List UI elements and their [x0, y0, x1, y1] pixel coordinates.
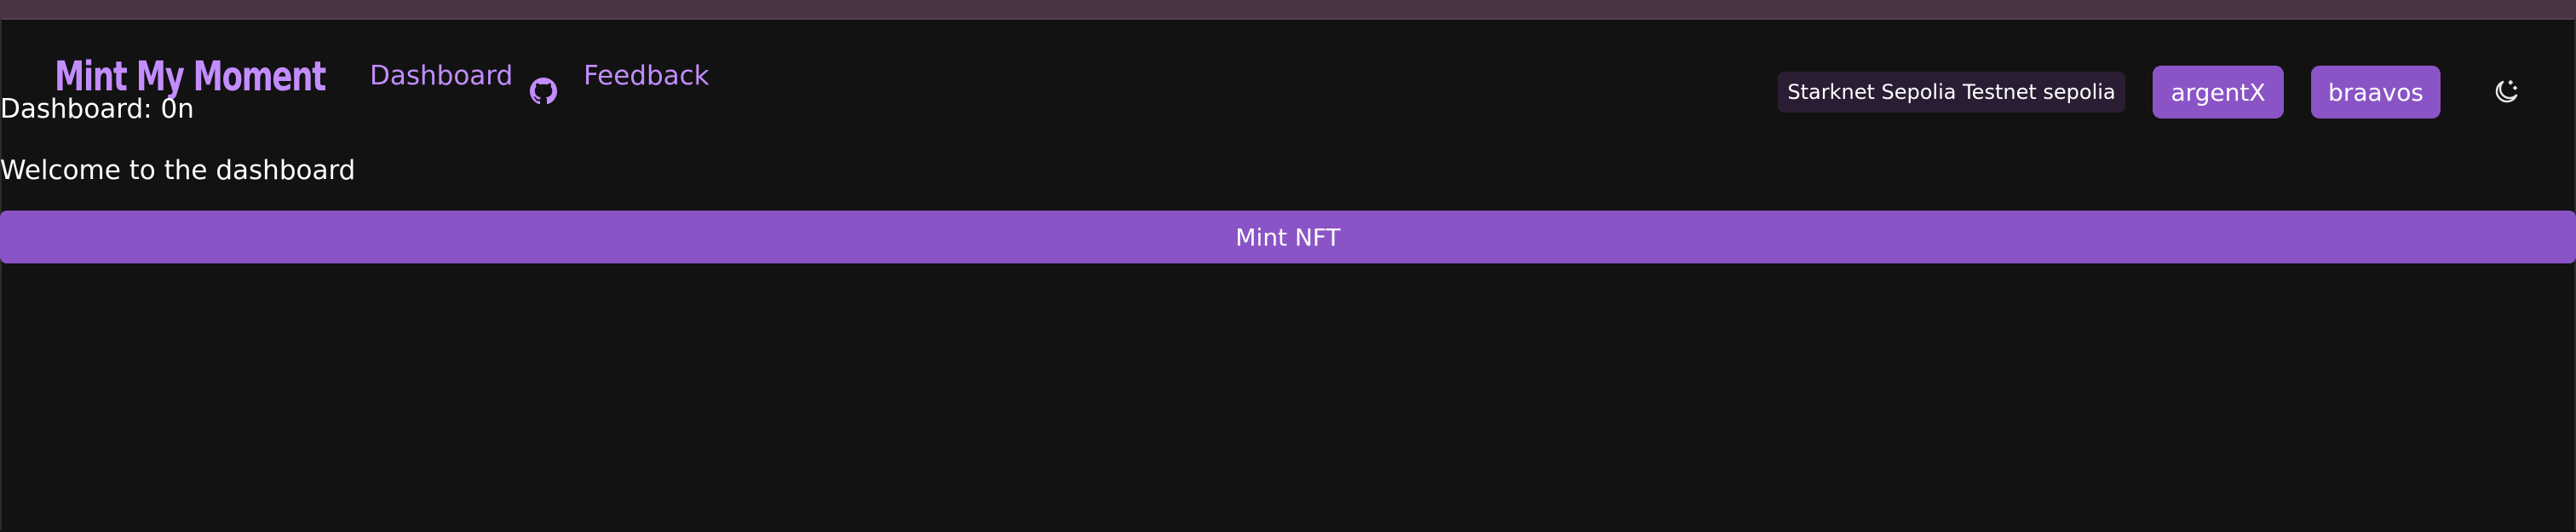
navbar: Mint My Moment Dashboard Feedback Starkn… — [0, 19, 2576, 130]
nav-link-dashboard[interactable]: Dashboard — [370, 63, 513, 90]
theme-toggle-button[interactable] — [2491, 77, 2521, 107]
braavos-connect-button[interactable]: braavos — [2311, 66, 2441, 119]
moon-icon — [2495, 80, 2518, 103]
argentx-connect-button[interactable]: argentX — [2153, 66, 2284, 119]
network-badge: Starknet Sepolia Testnet sepolia — [1778, 72, 2125, 113]
browser-top-strip — [0, 0, 2576, 20]
welcome-text: Welcome to the dashboard — [0, 155, 356, 186]
dashboard-title: Dashboard: 0n — [0, 94, 194, 124]
nav-link-feedback[interactable]: Feedback — [584, 63, 710, 90]
mint-nft-button[interactable]: Mint NFT — [0, 211, 2576, 263]
github-icon[interactable] — [530, 78, 557, 105]
